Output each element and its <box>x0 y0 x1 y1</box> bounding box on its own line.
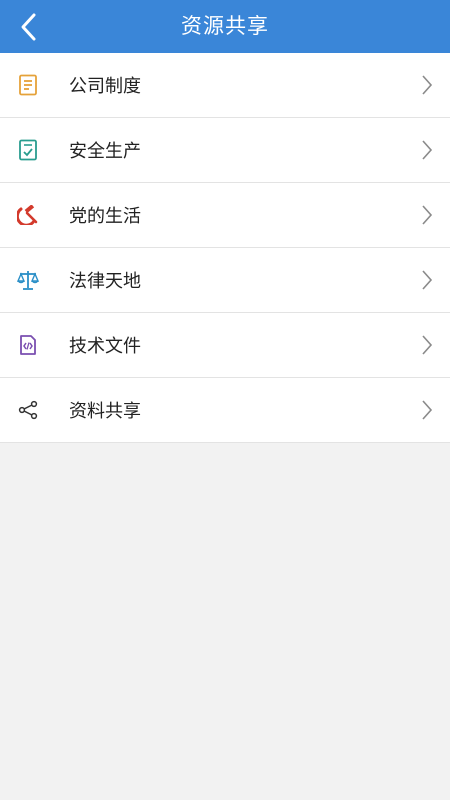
chevron-right-icon <box>420 138 434 162</box>
menu-item-label: 法律天地 <box>69 271 141 292</box>
menu-item-company-policy[interactable]: 公司制度 <box>0 53 450 118</box>
chevron-right-icon <box>420 73 434 97</box>
menu-item-safety-production[interactable]: 安全生产 <box>0 118 450 183</box>
menu-item-label: 党的生活 <box>69 206 141 227</box>
scales-icon <box>17 269 39 291</box>
menu-item-law-world[interactable]: 法律天地 <box>0 248 450 313</box>
menu-item-label: 安全生产 <box>69 141 141 162</box>
app-header: 资源共享 <box>0 0 450 53</box>
menu-item-label: 资料共享 <box>69 401 141 422</box>
chevron-right-icon <box>420 203 434 227</box>
chevron-right-icon <box>420 333 434 357</box>
checked-document-icon <box>17 139 39 161</box>
share-icon <box>17 399 39 421</box>
menu-list: 公司制度 安全生产 党的生活 法律天地 技术文件 资料共享 <box>0 53 450 443</box>
chevron-right-icon <box>420 398 434 422</box>
menu-item-label: 公司制度 <box>69 76 141 97</box>
page-title: 资源共享 <box>181 14 269 38</box>
document-icon <box>17 74 39 96</box>
menu-item-technical-files[interactable]: 技术文件 <box>0 313 450 378</box>
menu-item-resource-sharing[interactable]: 资料共享 <box>0 378 450 443</box>
menu-item-label: 技术文件 <box>69 336 141 357</box>
menu-item-party-life[interactable]: 党的生活 <box>0 183 450 248</box>
code-file-icon <box>17 334 39 356</box>
chevron-right-icon <box>420 268 434 292</box>
hammer-sickle-icon <box>17 204 39 226</box>
